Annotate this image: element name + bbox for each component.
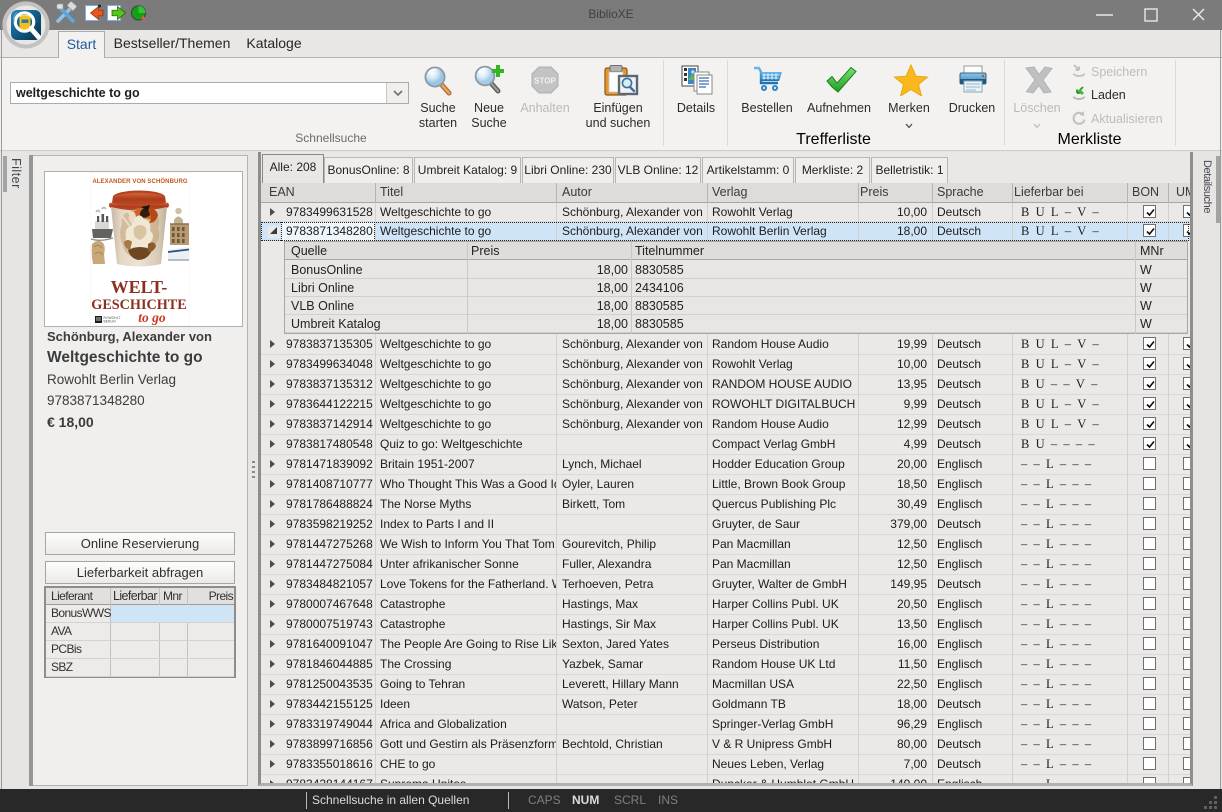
svg-text:ALEXANDER VON SCHÖNBURG: ALEXANDER VON SCHÖNBURG bbox=[92, 178, 188, 185]
svg-text:to go: to go bbox=[138, 310, 166, 325]
svg-text:STOP: STOP bbox=[534, 77, 556, 86]
svg-text:BERLIN: BERLIN bbox=[104, 320, 117, 324]
svg-text:WELT-: WELT- bbox=[111, 277, 168, 297]
